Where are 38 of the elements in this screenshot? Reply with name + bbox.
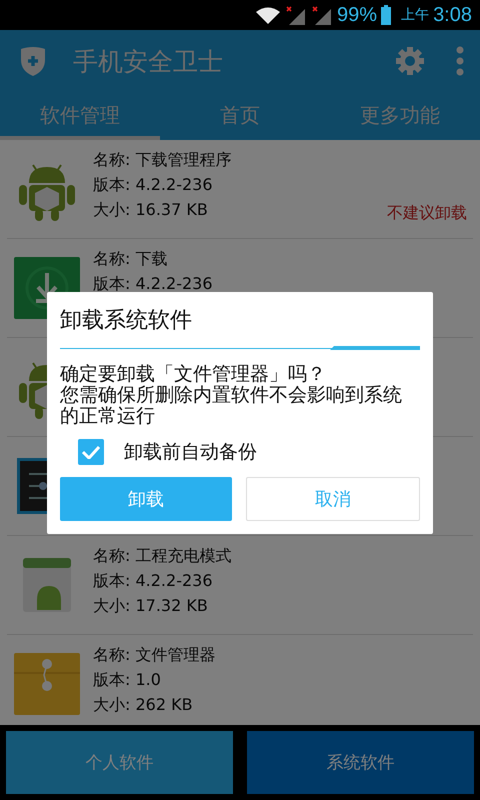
app-info: 名称: 下载 [93,248,168,270]
envelope-icon [14,653,80,715]
shield-icon [19,46,47,76]
android-card-icon [23,558,71,612]
battery-icon [381,5,392,25]
app-info: 大小: 16.37 KB [93,199,209,221]
wifi-icon [255,6,282,24]
clock-time: 3:08 [433,4,472,26]
signal-icon [311,5,334,25]
dialog-message: 您需确保所删除内置软件不会影响到系统的正常运行 [60,385,403,427]
checkbox-label: 卸载前自动备份 [124,440,257,465]
warning-text: 不建议卸载 [387,203,467,224]
app-info: 大小: 17.32 KB [93,595,209,617]
tab[interactable]: 首页 [160,92,320,140]
uninstall-button[interactable]: 卸载 [60,477,232,521]
bottom-tab[interactable]: 个人软件 [6,731,233,794]
app-info: 版本: 4.2.2-236 [93,273,212,295]
sliders-icon [17,458,47,514]
app-title: 手机安全卫士 [73,46,224,78]
tab[interactable]: 更多功能 [320,92,480,140]
app-info: 版本: 4.2.2-236 [93,570,214,592]
checkbox[interactable] [78,439,104,465]
more-menu-icon[interactable] [456,46,464,76]
cancel-button[interactable]: 取消 [246,477,420,521]
dialog-message: 确定要卸载「文件管理器」吗？ [60,364,327,385]
app-info: 名称: 下载管理程序 [93,149,232,171]
signal-icon [285,5,308,25]
app-info: 名称: 文件管理器 [93,644,216,666]
dialog-title: 卸载系统软件 [60,307,193,335]
app-info: 名称: 工程充电模式 [93,545,232,567]
settings-icon[interactable] [394,45,426,77]
app-info: 版本: 4.2.2-236 [93,174,214,196]
bottom-tab[interactable]: 系统软件 [247,731,474,794]
battery-percent: 99% [337,4,378,26]
app-info: 大小: 262 KB [93,694,194,716]
check-icon [82,446,100,458]
app-info: 版本: 1.0 [93,669,162,691]
time-period: 上午 [401,6,430,24]
